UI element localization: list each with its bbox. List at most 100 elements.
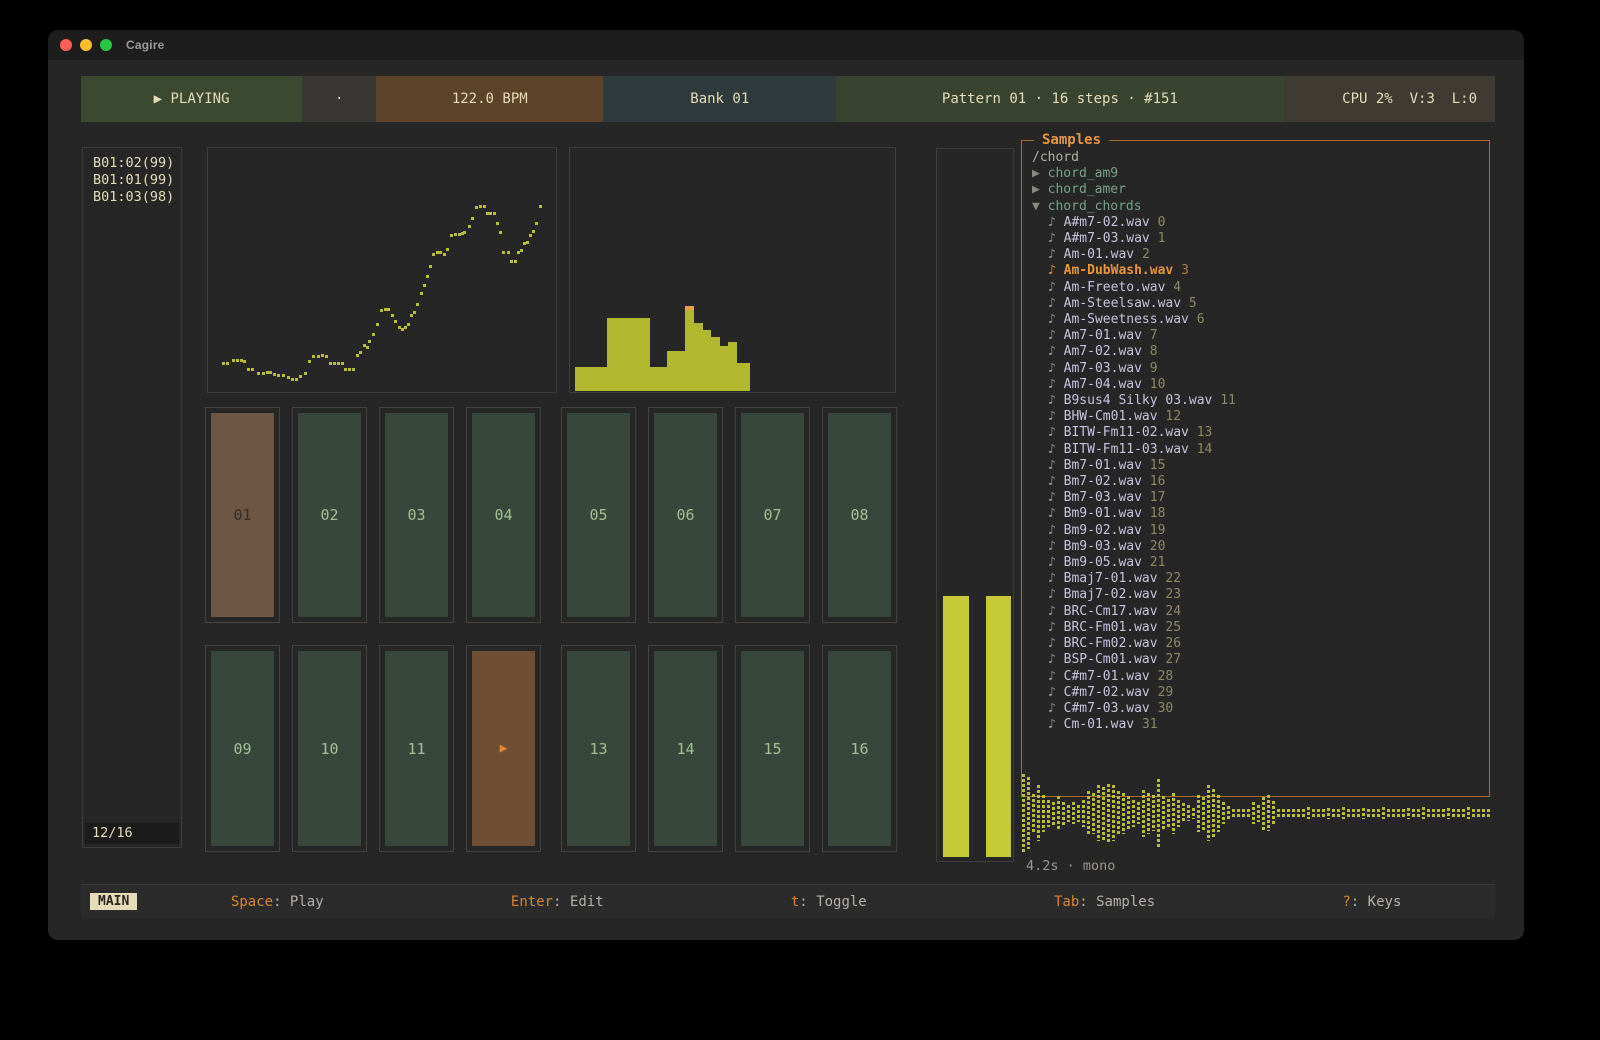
folder-row[interactable]: ▼ chord_chords bbox=[1032, 199, 1485, 215]
scatter-point bbox=[232, 359, 235, 362]
sample-row[interactable]: ♪ B9sus4 Silky 03.wav 11 bbox=[1032, 393, 1485, 409]
sample-row[interactable]: ♪ Am-Freeto.wav 4 bbox=[1032, 280, 1485, 296]
scatter-plot-area bbox=[213, 153, 551, 387]
scatter-point bbox=[356, 354, 359, 357]
waveform-column bbox=[1122, 793, 1125, 834]
pad-01[interactable]: 01 bbox=[205, 407, 280, 623]
pad-09[interactable]: 09 bbox=[205, 645, 280, 852]
sample-row[interactable]: ♪ Am7-02.wav 8 bbox=[1032, 344, 1485, 360]
sample-row[interactable]: ♪ Bm7-02.wav 16 bbox=[1032, 474, 1485, 490]
sample-name: Bm7-03.wav bbox=[1064, 490, 1150, 505]
sample-row[interactable]: ♪ Bm7-01.wav 15 bbox=[1032, 458, 1485, 474]
hint-label: : Toggle bbox=[799, 894, 866, 910]
music-note-icon: ♪ bbox=[1048, 685, 1064, 700]
folder-name: chord_chords bbox=[1048, 199, 1142, 214]
scatter-point bbox=[450, 234, 453, 237]
sample-row[interactable]: ♪ C#m7-03.wav 30 bbox=[1032, 701, 1485, 717]
pad-12[interactable]: ▶ bbox=[466, 645, 541, 852]
samples-browser[interactable]: /chord▶ chord_am9▶ chord_amer▼ chord_cho… bbox=[1032, 150, 1485, 792]
sample-row[interactable]: ♪ Am7-01.wav 7 bbox=[1032, 328, 1485, 344]
sample-row[interactable]: ♪ A#m7-03.wav 1 bbox=[1032, 231, 1485, 247]
waveform-column bbox=[1467, 807, 1470, 819]
sample-row[interactable]: ♪ Bm9-01.wav 18 bbox=[1032, 506, 1485, 522]
sample-row[interactable]: ♪ C#m7-02.wav 29 bbox=[1032, 685, 1485, 701]
sample-row[interactable]: ♪ Am-Steelsaw.wav 5 bbox=[1032, 296, 1485, 312]
pad-fill: ▶ bbox=[472, 651, 535, 846]
sample-row[interactable]: ♪ Am7-03.wav 9 bbox=[1032, 361, 1485, 377]
waveform-column bbox=[1437, 809, 1440, 817]
music-note-icon: ♪ bbox=[1048, 458, 1064, 473]
zoom-button[interactable] bbox=[100, 39, 112, 51]
sample-row[interactable]: ♪ BRC-Fm02.wav 26 bbox=[1032, 636, 1485, 652]
pad-number: 01 bbox=[233, 506, 251, 524]
pad-15[interactable]: 15 bbox=[735, 645, 810, 852]
pad-05[interactable]: 05 bbox=[561, 407, 636, 623]
sample-row[interactable]: ♪ Bm9-03.wav 20 bbox=[1032, 539, 1485, 555]
samples-path: /chord bbox=[1032, 150, 1485, 166]
sample-row[interactable]: ♪ BHW-Cm01.wav 12 bbox=[1032, 409, 1485, 425]
scatter-point bbox=[532, 230, 535, 233]
pad-16[interactable]: 16 bbox=[822, 645, 897, 852]
pad-13[interactable]: 13 bbox=[561, 645, 636, 852]
scatter-point bbox=[236, 359, 239, 362]
close-button[interactable] bbox=[60, 39, 72, 51]
waveform-column bbox=[1227, 806, 1230, 820]
sample-waveform bbox=[1022, 772, 1492, 854]
pad-08[interactable]: 08 bbox=[822, 407, 897, 623]
sample-row[interactable]: ♪ BSP-Cm01.wav 27 bbox=[1032, 652, 1485, 668]
waveform-column bbox=[1127, 796, 1130, 830]
sample-row[interactable]: ♪ BRC-Cm17.wav 24 bbox=[1032, 604, 1485, 620]
pad-04[interactable]: 04 bbox=[466, 407, 541, 623]
sample-name: Bmaj7-01.wav bbox=[1064, 571, 1166, 586]
music-note-icon: ♪ bbox=[1048, 474, 1064, 489]
folder-row[interactable]: ▶ chord_amer bbox=[1032, 182, 1485, 198]
sample-row[interactable]: ♪ Cm-01.wav 31 bbox=[1032, 717, 1485, 733]
music-note-icon: ♪ bbox=[1048, 620, 1064, 635]
pad-11[interactable]: 11 bbox=[379, 645, 454, 852]
track-row[interactable]: B01:03(98) bbox=[83, 189, 181, 206]
pad-03[interactable]: 03 bbox=[379, 407, 454, 623]
sample-row[interactable]: ♪ Bm9-02.wav 19 bbox=[1032, 523, 1485, 539]
music-note-icon: ♪ bbox=[1048, 701, 1064, 716]
sample-row[interactable]: ♪ Am-Sweetness.wav 6 bbox=[1032, 312, 1485, 328]
scatter-point bbox=[391, 314, 394, 317]
scatter-point bbox=[526, 241, 529, 244]
sample-row[interactable]: ♪ Bmaj7-02.wav 23 bbox=[1032, 587, 1485, 603]
track-row[interactable]: B01:02(99) bbox=[83, 155, 181, 172]
pad-14[interactable]: 14 bbox=[648, 645, 723, 852]
scatter-point bbox=[463, 231, 466, 234]
sample-row[interactable]: ♪ Bmaj7-01.wav 22 bbox=[1032, 571, 1485, 587]
music-note-icon: ♪ bbox=[1048, 344, 1064, 359]
waveform-column bbox=[1267, 795, 1270, 831]
histogram-bar bbox=[720, 346, 728, 391]
hint-key: Enter bbox=[511, 894, 553, 910]
waveform-column bbox=[1327, 808, 1330, 819]
scatter-point bbox=[277, 374, 280, 377]
pad-06[interactable]: 06 bbox=[648, 407, 723, 623]
scatter-point bbox=[439, 251, 442, 254]
sample-row[interactable]: ♪ BITW-Fm11-03.wav 14 bbox=[1032, 442, 1485, 458]
sample-row[interactable]: ♪ C#m7-01.wav 28 bbox=[1032, 669, 1485, 685]
pad-02[interactable]: 02 bbox=[292, 407, 367, 623]
key-hint-t: t: Toggle bbox=[791, 894, 867, 910]
sample-row[interactable]: ♪ Am7-04.wav 10 bbox=[1032, 377, 1485, 393]
sample-row[interactable]: ♪ Am-DubWash.wav 3 bbox=[1032, 263, 1485, 279]
sample-row[interactable]: ♪ Bm7-03.wav 17 bbox=[1032, 490, 1485, 506]
pad-07[interactable]: 07 bbox=[735, 407, 810, 623]
sample-row[interactable]: ♪ BRC-Fm01.wav 25 bbox=[1032, 620, 1485, 636]
folder-row[interactable]: ▶ chord_am9 bbox=[1032, 166, 1485, 182]
music-note-icon: ♪ bbox=[1048, 328, 1064, 343]
sample-row[interactable]: ♪ BITW-Fm11-02.wav 13 bbox=[1032, 425, 1485, 441]
sample-row[interactable]: ♪ A#m7-02.wav 0 bbox=[1032, 215, 1485, 231]
waveform-column bbox=[1167, 799, 1170, 827]
waveform-column bbox=[1112, 785, 1115, 841]
sample-row[interactable]: ♪ Am-01.wav 2 bbox=[1032, 247, 1485, 263]
sample-row[interactable]: ♪ Bm9-05.wav 21 bbox=[1032, 555, 1485, 571]
histogram-bar bbox=[737, 363, 750, 391]
minimize-button[interactable] bbox=[80, 39, 92, 51]
step-position: 12/16 bbox=[85, 823, 179, 844]
scatter-point bbox=[529, 234, 532, 237]
pad-10[interactable]: 10 bbox=[292, 645, 367, 852]
pad-number: 14 bbox=[676, 740, 694, 758]
track-row[interactable]: B01:01(99) bbox=[83, 172, 181, 189]
